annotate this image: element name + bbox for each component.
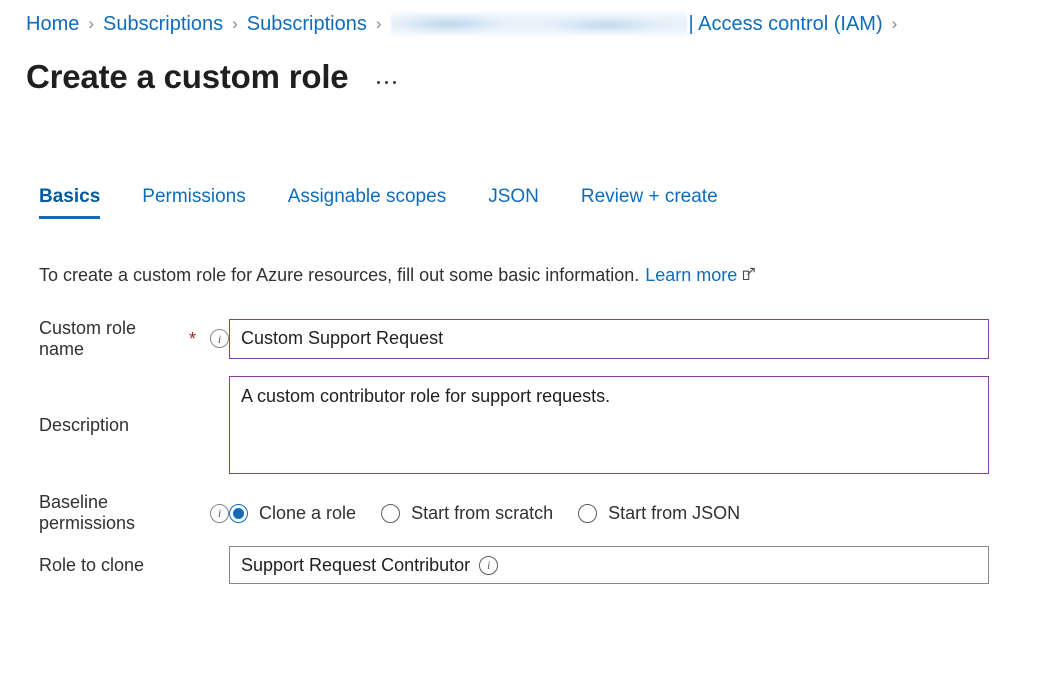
- page-title: Create a custom role: [26, 58, 348, 96]
- tab-bar: Basics Permissions Assignable scopes JSO…: [0, 175, 1039, 219]
- label-role-to-clone: Role to clone: [39, 555, 229, 576]
- label-text: Description: [39, 415, 129, 436]
- basics-form: Custom role name * i Description Baselin…: [0, 311, 1039, 588]
- breadcrumb-separator-icon: ›: [232, 14, 238, 34]
- label-baseline-permissions: Baseline permissions i: [39, 492, 229, 534]
- radio-label: Start from scratch: [411, 503, 553, 524]
- intro-description: To create a custom role for Azure resour…: [39, 265, 639, 286]
- role-to-clone-input[interactable]: Support Request Contributor i: [229, 546, 989, 584]
- breadcrumb-item-subscriptions[interactable]: Subscriptions: [103, 13, 223, 36]
- label-custom-role-name: Custom role name * i: [39, 318, 229, 360]
- radio-start-from-scratch[interactable]: Start from scratch: [381, 503, 553, 524]
- radio-label: Start from JSON: [608, 503, 740, 524]
- custom-role-name-input[interactable]: [229, 319, 989, 359]
- info-icon[interactable]: i: [210, 329, 229, 348]
- field-row-baseline-permissions: Baseline permissions i Clone a role Star…: [39, 484, 1039, 542]
- breadcrumb-item-home[interactable]: Home: [26, 13, 79, 36]
- page-header: Create a custom role: [0, 40, 1039, 103]
- radio-indicator-icon: [229, 504, 248, 523]
- radio-indicator-icon: [578, 504, 597, 523]
- learn-more-link[interactable]: Learn more: [645, 265, 737, 286]
- external-link-icon[interactable]: [742, 265, 756, 286]
- intro-text-row: To create a custom role for Azure resour…: [0, 265, 1039, 286]
- radio-indicator-icon: [381, 504, 400, 523]
- breadcrumb-separator-icon: ›: [376, 14, 382, 34]
- ellipsis-dot: [377, 81, 380, 84]
- more-actions-icon[interactable]: [373, 75, 400, 90]
- breadcrumb: Home › Subscriptions › Subscriptions › |…: [0, 0, 1039, 40]
- breadcrumb-item-redacted[interactable]: [391, 11, 687, 37]
- info-icon[interactable]: i: [479, 556, 498, 575]
- breadcrumb-separator-icon: ›: [88, 14, 94, 34]
- radio-start-from-json[interactable]: Start from JSON: [578, 503, 740, 524]
- breadcrumb-item-subscriptions-2[interactable]: Subscriptions: [247, 13, 367, 36]
- ellipsis-dot: [393, 81, 396, 84]
- field-row-description: Description: [39, 366, 1039, 484]
- label-text: Baseline permissions: [39, 492, 196, 534]
- radio-clone-a-role[interactable]: Clone a role: [229, 503, 356, 524]
- role-to-clone-value: Support Request Contributor: [241, 555, 470, 576]
- label-text: Custom role name: [39, 318, 184, 360]
- description-textarea[interactable]: [229, 376, 989, 474]
- tab-basics[interactable]: Basics: [39, 186, 100, 219]
- breadcrumb-separator-icon: ›: [892, 14, 898, 34]
- tab-assignable-scopes[interactable]: Assignable scopes: [288, 186, 446, 219]
- required-asterisk: *: [189, 330, 196, 348]
- label-text: Role to clone: [39, 555, 144, 576]
- info-icon[interactable]: i: [210, 504, 229, 523]
- tab-review-create[interactable]: Review + create: [581, 186, 718, 219]
- baseline-permissions-radio-group: Clone a role Start from scratch Start fr…: [229, 503, 740, 524]
- tab-json[interactable]: JSON: [488, 186, 539, 219]
- breadcrumb-item-access-control[interactable]: | Access control (IAM): [689, 13, 883, 36]
- field-row-custom-role-name: Custom role name * i: [39, 311, 1039, 366]
- tab-permissions[interactable]: Permissions: [142, 186, 245, 219]
- label-description: Description: [39, 415, 229, 436]
- field-row-role-to-clone: Role to clone Support Request Contributo…: [39, 542, 1039, 588]
- radio-label: Clone a role: [259, 503, 356, 524]
- ellipsis-dot: [385, 81, 388, 84]
